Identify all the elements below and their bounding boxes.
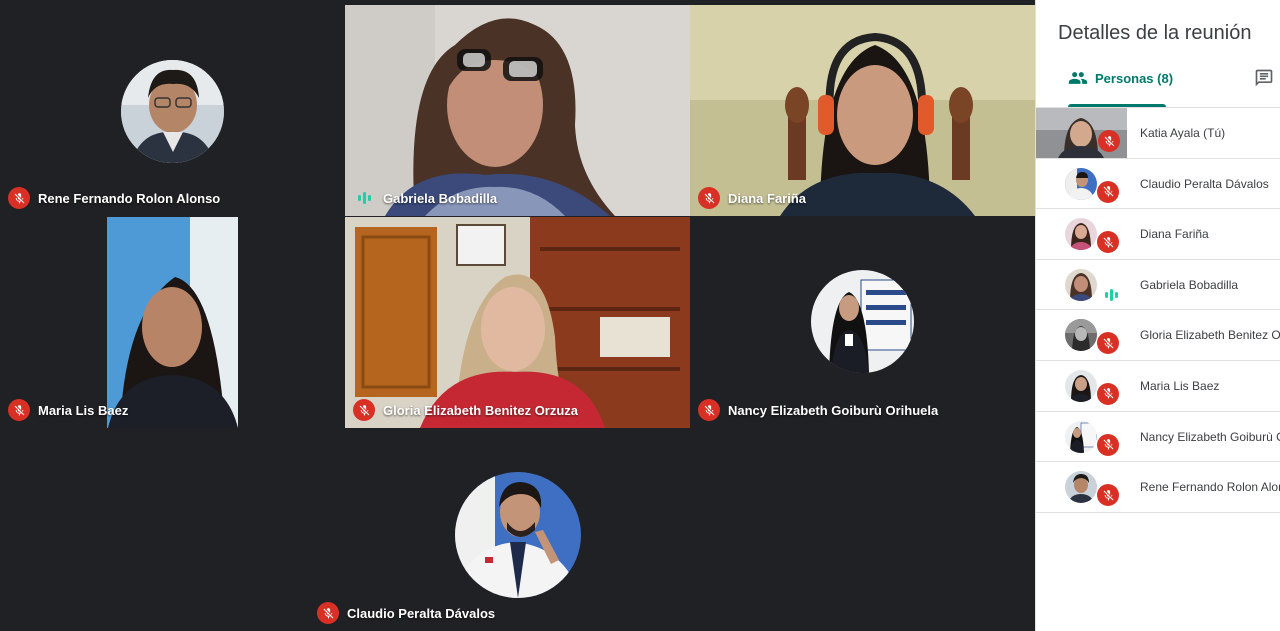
chat-icon	[1255, 69, 1273, 87]
participant-label: Nancy Elizabeth Goiburù Orihuela	[698, 399, 938, 421]
avatar	[1065, 167, 1097, 200]
video-tile-gabriela[interactable]: Gabriela Bobadilla	[345, 5, 690, 216]
mic-off-icon	[1097, 231, 1119, 254]
participant-label: Diana Fariña	[698, 187, 806, 209]
speaking-indicator-icon	[353, 187, 375, 209]
participant-row[interactable]: Maria Lis Baez	[1036, 361, 1280, 412]
participant-name: Diana Fariña	[1140, 227, 1209, 242]
mic-off-icon	[698, 399, 720, 421]
participant-row[interactable]: Claudio Peralta Dávalos	[1036, 159, 1280, 210]
video-grid: Rene Fernando Rolon Alonso Gabriela Boba…	[0, 0, 1035, 631]
mic-off-indicator	[1098, 130, 1120, 152]
mic-off-indicator	[1097, 484, 1119, 507]
video-tile-rene[interactable]: Rene Fernando Rolon Alonso	[0, 5, 345, 216]
mic-off-icon	[1097, 382, 1119, 405]
participant-video	[0, 217, 345, 428]
mic-off-icon	[8, 187, 30, 209]
participant-row[interactable]: Nancy Elizabeth Goiburù Orihuela	[1036, 412, 1280, 463]
participant-name: Maria Lis Baez	[38, 402, 129, 418]
avatar	[1065, 268, 1097, 301]
participant-name: Diana Fariña	[728, 190, 807, 206]
video-tile-maria[interactable]: Maria Lis Baez	[0, 217, 345, 428]
mic-off-icon	[1097, 484, 1119, 507]
participant-avatar	[121, 60, 224, 163]
mic-off-icon	[8, 399, 30, 421]
participant-name: Maria Lis Baez	[1140, 378, 1220, 393]
participant-name: Nancy Elizabeth Goiburù Orihuela	[1140, 429, 1280, 444]
video-tile-claudio[interactable]: Claudio Peralta Dávalos	[309, 429, 727, 631]
participant-name: Claudio Peralta Dávalos	[1140, 176, 1269, 191]
participant-name: Nancy Elizabeth Goiburù Orihuela	[728, 402, 939, 418]
avatar	[1065, 218, 1097, 251]
avatar	[1065, 369, 1097, 402]
participant-row[interactable]: Katia Ayala (Tú)	[1036, 108, 1280, 159]
participant-avatar	[455, 472, 581, 598]
participant-row[interactable]: Diana Fariña	[1036, 209, 1280, 260]
participant-label: Rene Fernando Rolon Alonso	[8, 187, 220, 209]
participant-video	[345, 217, 690, 428]
participant-label: Gabriela Bobadilla	[353, 187, 497, 209]
video-tile-gloria[interactable]: Gloria Elizabeth Benitez Orzuza	[345, 217, 690, 428]
mic-off-icon	[1097, 433, 1119, 456]
participant-avatar	[811, 270, 914, 373]
mic-off-indicator	[1097, 382, 1119, 405]
participant-label: Gloria Elizabeth Benitez Orzuza	[353, 399, 578, 421]
tab-chat[interactable]	[1254, 68, 1274, 88]
participant-video	[345, 5, 690, 216]
participant-label: Maria Lis Baez	[8, 399, 128, 421]
participant-row[interactable]: Gloria Elizabeth Benitez Orzuza	[1036, 310, 1280, 361]
mic-off-icon	[317, 602, 339, 624]
mic-off-icon	[698, 187, 720, 209]
tab-people[interactable]: Personas (8)	[1068, 68, 1173, 88]
speaking-indicator-icon	[1100, 284, 1122, 306]
mic-off-indicator	[1097, 231, 1119, 254]
meeting-details-panel: Detalles de la reunión Personas (8) Kati…	[1035, 0, 1280, 631]
video-tile-nancy[interactable]: Nancy Elizabeth Goiburù Orihuela	[690, 217, 1035, 428]
panel-title: Detalles de la reunión	[1058, 22, 1252, 44]
avatar	[1065, 420, 1097, 453]
participant-name: Katia Ayala (Tú)	[1140, 126, 1226, 140]
participant-label: Claudio Peralta Dávalos	[317, 602, 495, 624]
mic-off-indicator	[1097, 332, 1119, 355]
avatar	[1065, 319, 1097, 352]
mic-off-icon	[353, 399, 375, 421]
participant-name: Rene Fernando Rolon Alonso	[38, 190, 221, 206]
mic-off-indicator	[1097, 180, 1119, 203]
participant-video	[690, 5, 1035, 216]
people-icon	[1068, 72, 1088, 84]
meet-window: Rene Fernando Rolon Alonso Gabriela Boba…	[0, 0, 1280, 631]
mic-off-icon	[1098, 130, 1120, 152]
participant-name: Gloria Elizabeth Benitez Orzuza	[383, 402, 579, 418]
participant-row[interactable]: Gabriela Bobadilla	[1036, 260, 1280, 311]
mic-off-icon	[1097, 332, 1119, 355]
participant-name: Gabriela Bobadilla	[1140, 277, 1239, 292]
participant-name: Gloria Elizabeth Benitez Orzuza	[1140, 328, 1280, 343]
mic-off-icon	[1097, 180, 1119, 203]
video-tile-diana[interactable]: Diana Fariña	[690, 5, 1035, 216]
participant-name: Rene Fernando Rolon Alonso	[1140, 480, 1280, 495]
participants-list: Katia Ayala (Tú) Claudio Peralta Dávalos	[1036, 108, 1280, 513]
avatar	[1065, 471, 1097, 504]
participant-name: Gabriela Bobadilla	[383, 190, 498, 206]
mic-off-indicator	[1097, 433, 1119, 456]
participant-row[interactable]: Rene Fernando Rolon Alonso	[1036, 462, 1280, 513]
tab-people-label: Personas (8)	[1095, 70, 1174, 86]
participant-name: Claudio Peralta Dávalos	[347, 605, 496, 621]
